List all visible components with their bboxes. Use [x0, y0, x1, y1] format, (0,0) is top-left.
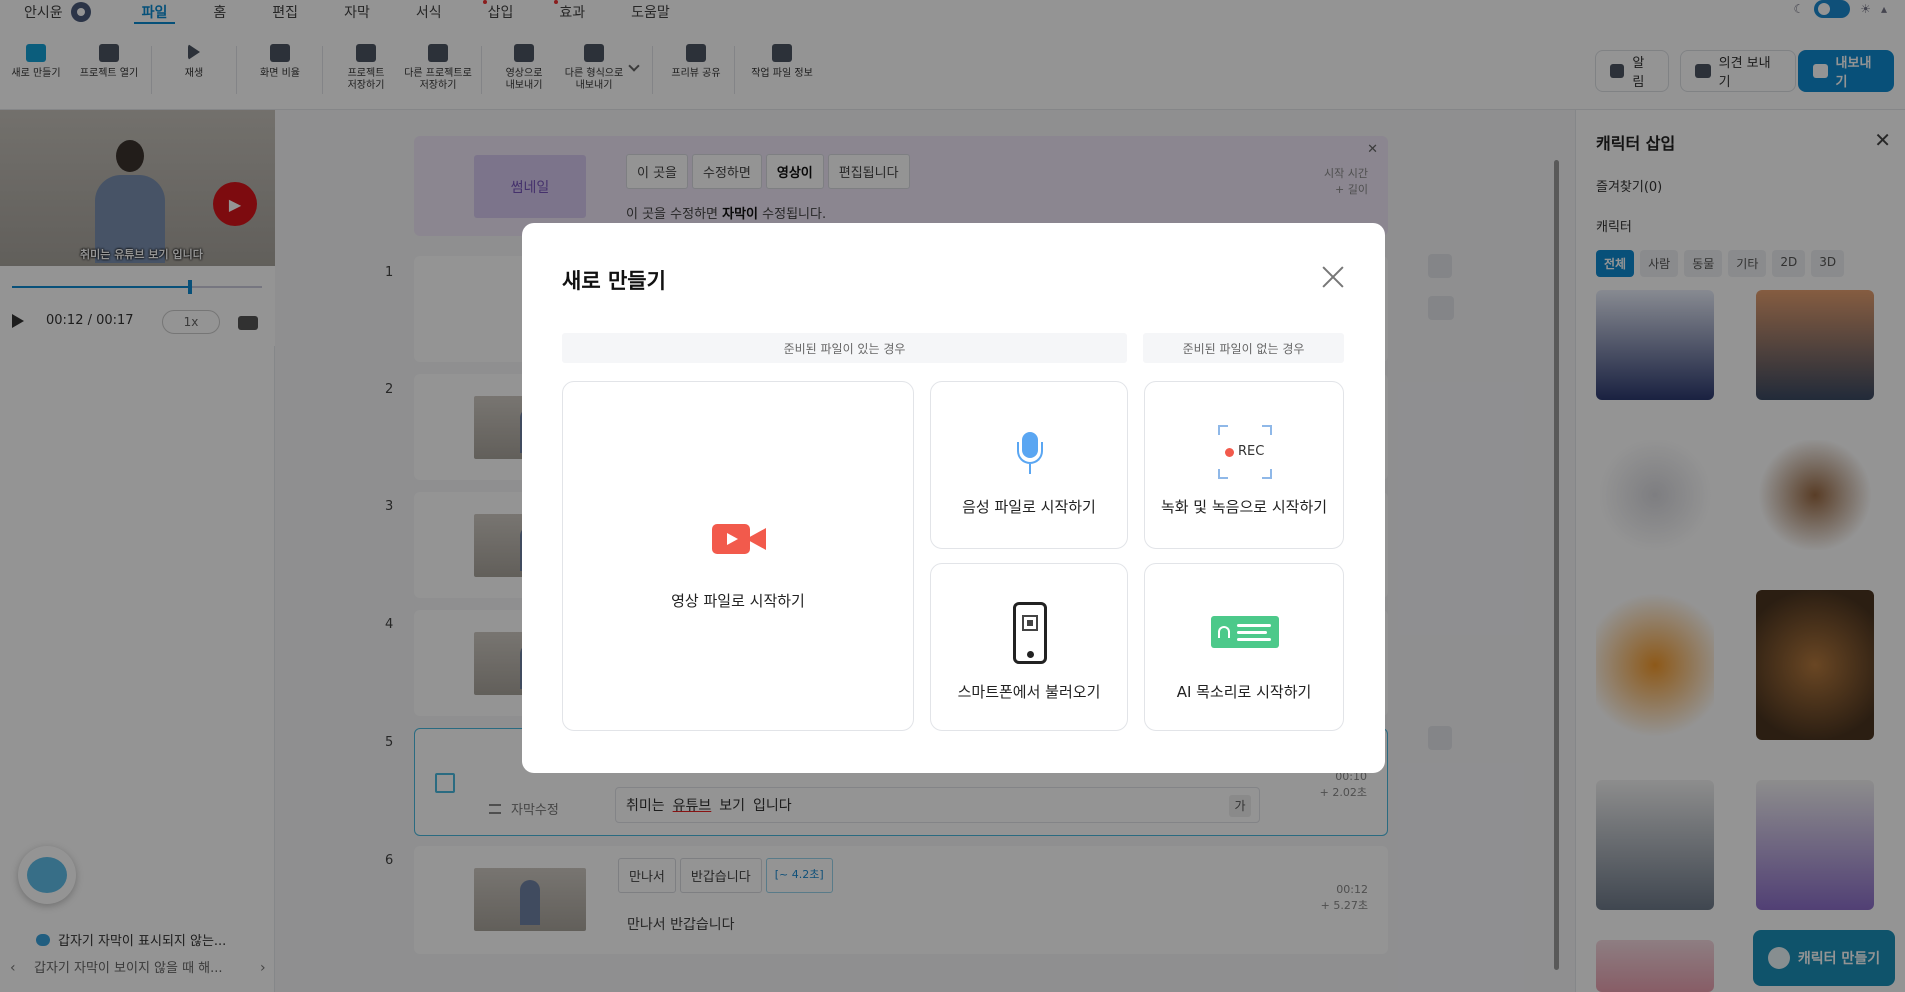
record-option[interactable]: REC 녹화 및 녹음으로 시작하기 [1144, 381, 1344, 549]
microphone-icon [1016, 432, 1044, 476]
new-project-dialog: 새로 만들기 준비된 파일이 있는 경우 준비된 파일이 없는 경우 영상 파일… [522, 223, 1385, 773]
smartphone-qr-icon [1013, 602, 1047, 664]
rec-text: REC [1238, 444, 1265, 459]
video-camera-icon [712, 524, 766, 554]
section-with-file: 준비된 파일이 있는 경우 [562, 333, 1127, 363]
record-icon: REC [1218, 425, 1272, 479]
record-dot-icon [1225, 448, 1234, 457]
smartphone-option[interactable]: 스마트폰에서 불러오기 [930, 563, 1128, 731]
video-file-option[interactable]: 영상 파일로 시작하기 [562, 381, 914, 731]
close-icon[interactable] [1321, 265, 1345, 289]
smartphone-option-label: 스마트폰에서 불러오기 [957, 683, 1101, 701]
ai-voice-option-label: AI 목소리로 시작하기 [1176, 683, 1312, 701]
ai-voice-option[interactable]: AI 목소리로 시작하기 [1144, 563, 1344, 731]
dialog-title: 새로 만들기 [562, 269, 666, 293]
audio-file-option[interactable]: 음성 파일로 시작하기 [930, 381, 1128, 549]
section-without-file: 준비된 파일이 없는 경우 [1143, 333, 1344, 363]
record-option-label: 녹화 및 녹음으로 시작하기 [1160, 498, 1328, 516]
ai-voice-icon [1211, 616, 1279, 648]
audio-option-label: 음성 파일로 시작하기 [962, 498, 1096, 516]
video-option-label: 영상 파일로 시작하기 [671, 592, 805, 610]
